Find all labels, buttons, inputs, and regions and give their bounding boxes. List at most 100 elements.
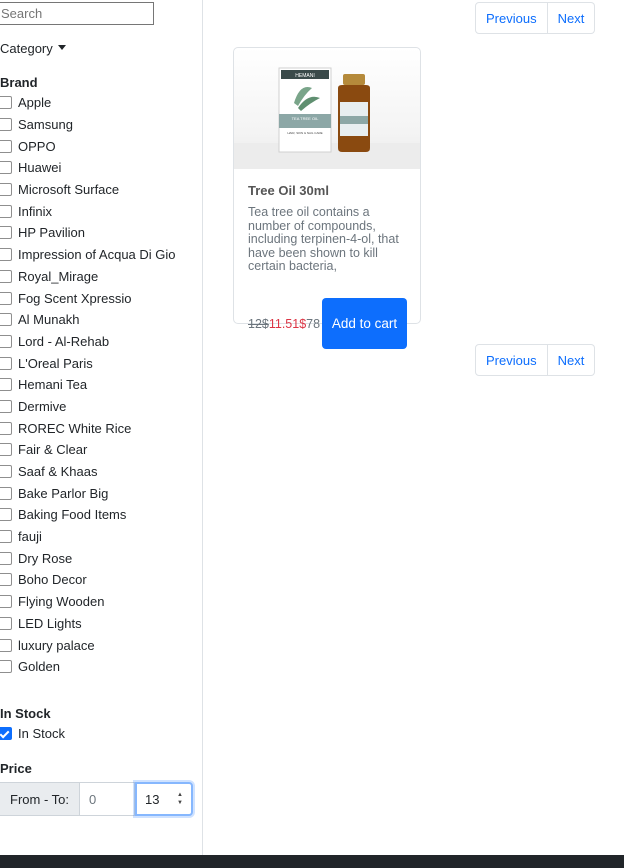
brand-item: Dermive: [0, 396, 176, 418]
product-card: HEMANI TEA TREE OIL HAIR, SKIN & NAIL CA…: [233, 47, 421, 349]
price-title: Price: [0, 761, 32, 776]
brand-item: Boho Decor: [0, 569, 176, 591]
brand-title: Brand: [0, 75, 38, 90]
brand-item: L'Oreal Paris: [0, 352, 176, 374]
brand-checkbox[interactable]: [0, 291, 12, 305]
brand-checkbox[interactable]: [0, 139, 12, 153]
brand-checkbox[interactable]: [0, 443, 12, 457]
brand-checkbox[interactable]: [0, 399, 12, 413]
brand-checkbox[interactable]: [0, 96, 12, 110]
brand-label: Huawei: [18, 160, 62, 176]
brand-checkbox[interactable]: [0, 334, 12, 348]
brand-item: Lord - Al-Rehab: [0, 331, 176, 353]
brand-label: LED Lights: [18, 615, 82, 631]
add-to-cart-button[interactable]: Add to cart: [322, 298, 407, 349]
brand-checkbox[interactable]: [0, 269, 12, 283]
product-price: 12$11.51$78: [248, 317, 320, 331]
brand-label: Lord - Al-Rehab: [18, 333, 110, 349]
brand-label: Dermive: [18, 398, 67, 414]
brand-item: Bake Parlor Big: [0, 482, 176, 504]
brand-checkbox[interactable]: [0, 595, 12, 609]
brand-label: Hemani Tea: [18, 377, 88, 393]
product-description: Tea tree oil contains a number of compou…: [248, 205, 399, 273]
brand-item: fauji: [0, 526, 176, 548]
brand-label: Fair & Clear: [18, 442, 88, 458]
brand-checkbox[interactable]: [0, 551, 12, 565]
brand-checkbox[interactable]: [0, 183, 12, 197]
brand-checkbox[interactable]: [0, 616, 12, 630]
brand-label: Microsoft Surface: [18, 182, 120, 198]
brand-item: Flying Wooden: [0, 591, 176, 613]
brand-label: Flying Wooden: [18, 594, 105, 610]
category-label: Category: [0, 41, 53, 56]
brand-item: luxury palace: [0, 634, 176, 656]
brand-item: Al Munakh: [0, 309, 176, 331]
brand-label: L'Oreal Paris: [18, 355, 93, 371]
brand-checkbox[interactable]: [0, 161, 12, 175]
product-image[interactable]: HEMANI TEA TREE OIL HAIR, SKIN & NAIL CA…: [234, 48, 420, 169]
brand-item: Huawei: [0, 157, 176, 179]
brand-label: Baking Food Items: [18, 507, 127, 523]
brand-label: ROREC White Rice: [18, 420, 132, 436]
brand-item: Microsoft Surface: [0, 179, 176, 201]
price-to-input[interactable]: 13 ▲ ▼: [135, 782, 193, 816]
brand-label: fauji: [18, 529, 42, 545]
brand-item: Apple: [0, 92, 176, 114]
brand-label: Bake Parlor Big: [18, 485, 109, 501]
brand-checkbox[interactable]: [0, 313, 12, 327]
category-dropdown[interactable]: Category: [0, 41, 66, 56]
brand-label: Al Munakh: [18, 312, 80, 328]
product-title[interactable]: Tree Oil 30ml: [248, 183, 329, 198]
brand-item: HP Pavilion: [0, 222, 176, 244]
price-to-value: 13: [145, 791, 160, 807]
brand-label: OPPO: [18, 138, 56, 154]
brand-checkbox[interactable]: [0, 378, 12, 392]
brand-checkbox[interactable]: [0, 226, 12, 240]
brand-item: Hemani Tea: [0, 374, 176, 396]
brand-item: Baking Food Items: [0, 504, 176, 526]
brand-checkbox[interactable]: [0, 508, 12, 522]
brand-item: Dry Rose: [0, 547, 176, 569]
brand-label: Golden: [18, 659, 60, 675]
in-stock-label: In Stock: [18, 725, 65, 741]
in-stock-checkbox[interactable]: [0, 726, 12, 740]
next-page-button[interactable]: Next: [547, 2, 596, 34]
brand-label: luxury palace: [18, 637, 95, 653]
brand-label: Apple: [18, 95, 52, 111]
previous-page-button[interactable]: Previous: [475, 2, 548, 34]
brand-checkbox[interactable]: [0, 660, 12, 674]
brand-item: OPPO: [0, 135, 176, 157]
footer-bar: [0, 855, 624, 868]
brand-item: Golden: [0, 656, 176, 678]
number-spinner-icon[interactable]: ▲ ▼: [177, 792, 183, 806]
caret-down-icon: [57, 45, 66, 50]
pagination-top: Previous Next: [475, 2, 596, 34]
box-brand-text: HEMANI: [295, 73, 314, 79]
previous-page-button[interactable]: Previous: [475, 344, 548, 376]
search-input[interactable]: [0, 2, 154, 25]
brand-item: LED Lights: [0, 613, 176, 635]
next-page-button[interactable]: Next: [547, 344, 596, 376]
brand-checkbox[interactable]: [0, 530, 12, 544]
filter-sidebar: Category Brand Apple Samsung OPPO Huawei Mic…: [0, 0, 203, 855]
brand-checkbox[interactable]: [0, 204, 12, 218]
brand-checkbox[interactable]: [0, 356, 12, 370]
price-from-input[interactable]: 0: [80, 782, 135, 816]
brand-checkbox[interactable]: [0, 465, 12, 479]
brand-label: Infinix: [18, 203, 52, 219]
brand-checkbox[interactable]: [0, 421, 12, 435]
brand-item: Royal_Mirage: [0, 266, 176, 288]
brand-checkbox[interactable]: [0, 638, 12, 652]
price-range-group: From - To: 0 13 ▲ ▼: [0, 782, 193, 816]
brand-item: Infinix: [0, 200, 176, 222]
brand-item: Saaf & Khaas: [0, 461, 176, 483]
brand-checkbox[interactable]: [0, 486, 12, 500]
brand-label: Saaf & Khaas: [18, 464, 98, 480]
brand-label: Dry Rose: [18, 550, 73, 566]
brand-label: Boho Decor: [18, 572, 87, 588]
brand-checkbox[interactable]: [0, 573, 12, 587]
sale-price: 11.51$: [268, 317, 307, 331]
brand-item: Fog Scent Xpressio: [0, 287, 176, 309]
brand-checkbox[interactable]: [0, 118, 12, 132]
brand-checkbox[interactable]: [0, 248, 12, 262]
